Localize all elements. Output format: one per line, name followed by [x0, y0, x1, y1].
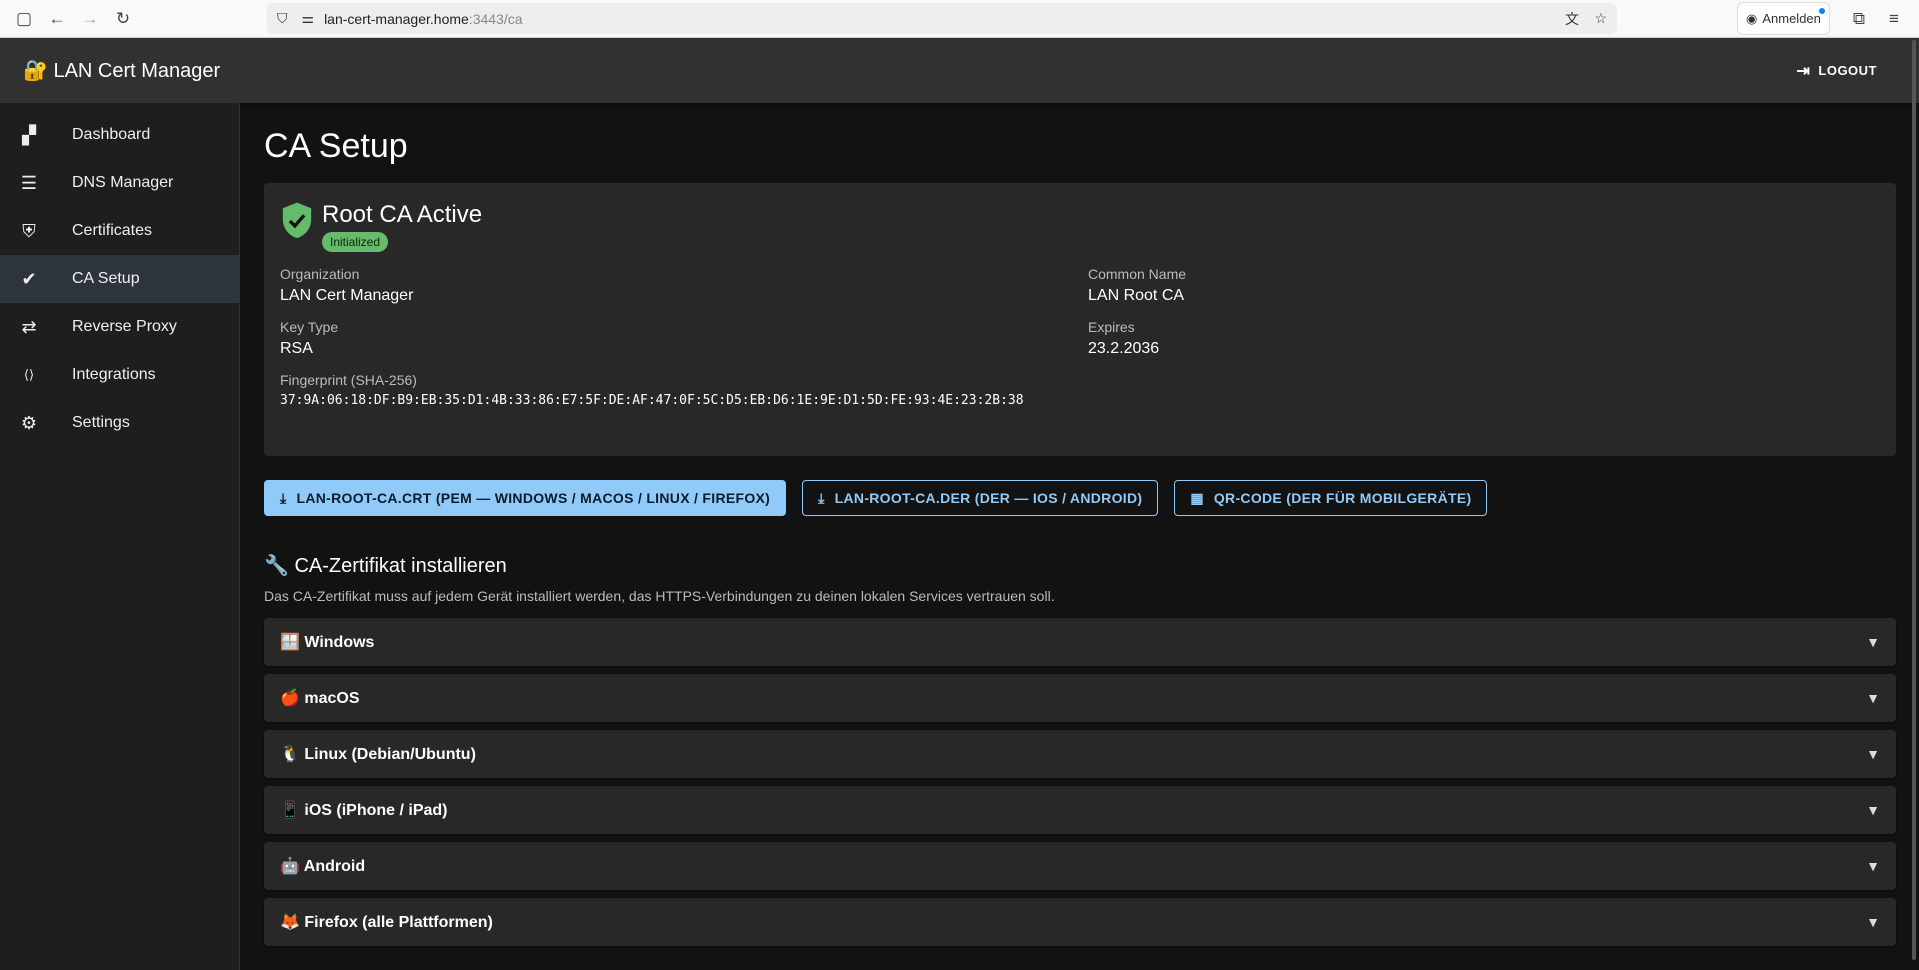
- sidebar-toggle-icon[interactable]: ▢: [10, 5, 38, 33]
- accordion-macos[interactable]: 🍎 macOS ▼: [264, 674, 1896, 722]
- integration-icon: ⟨⟩: [23, 367, 35, 382]
- accordion-label: 🐧 Linux (Debian/Ubuntu): [280, 746, 476, 763]
- sidebar-item-ca-setup[interactable]: ✔ CA Setup: [0, 255, 239, 303]
- sidebar-item-certificates[interactable]: ⛨ Certificates: [0, 207, 239, 255]
- shield-icon: ⛉: [277, 10, 288, 26]
- download-crt-button[interactable]: ⤓ LAN-ROOT-CA.CRT (PEM — WINDOWS / MACOS …: [264, 480, 787, 516]
- qr-code-button[interactable]: ▦ QR-CODE (DER FÜR MOBILGERÄTE): [1174, 480, 1488, 516]
- organization-label: Organization: [280, 266, 360, 282]
- verified-shield-icon: ✔: [21, 268, 37, 289]
- sidebar-item-label: Integrations: [72, 366, 156, 383]
- sidebar-item-settings[interactable]: ⚙ Settings: [0, 399, 239, 447]
- app-title: 🔐 LAN Cert Manager: [23, 60, 221, 82]
- expires-label: Expires: [1088, 319, 1135, 335]
- download-crt-label: LAN-ROOT-CA.CRT (PEM — WINDOWS / MACOS /…: [296, 490, 771, 506]
- signin-button[interactable]: ◉ Anmelden: [1737, 2, 1830, 35]
- chevron-down-icon: ▼: [1866, 690, 1880, 706]
- extensions-icon[interactable]: ⧉: [1845, 5, 1873, 33]
- main-content: CA Setup Root CA Active Initialized Organ…: [264, 103, 1896, 954]
- verified-shield-icon: [282, 202, 312, 238]
- reload-icon[interactable]: ↻: [109, 5, 137, 33]
- site-settings-icon[interactable]: ⚌: [302, 10, 315, 27]
- notification-dot: [1818, 8, 1825, 14]
- sidebar-item-reverse-proxy[interactable]: ⇄ Reverse Proxy: [0, 303, 239, 351]
- download-der-button[interactable]: ⤓ LAN-ROOT-CA.DER (DER — IOS / ANDROID): [802, 480, 1159, 516]
- download-icon: ⤓: [818, 489, 825, 506]
- accordion-linux[interactable]: 🐧 Linux (Debian/Ubuntu) ▼: [264, 730, 1896, 778]
- qr-code-label: QR-CODE (DER FÜR MOBILGERÄTE): [1213, 490, 1472, 506]
- menu-icon[interactable]: ≡: [1880, 5, 1908, 33]
- dashboard-icon: ▞: [22, 124, 36, 145]
- url-host: lan-cert-manager.home: [324, 10, 469, 27]
- sidebar-item-label: Reverse Proxy: [72, 318, 177, 335]
- page-title: CA Setup: [264, 127, 408, 165]
- gear-icon: ⚙: [20, 412, 38, 433]
- logout-icon: ⇥: [1796, 62, 1811, 80]
- sidebar-item-label: Dashboard: [72, 126, 151, 143]
- common-name-value: LAN Root CA: [1088, 287, 1185, 304]
- swap-arrows-icon: ⇄: [21, 316, 37, 337]
- chevron-down-icon: ▼: [1866, 914, 1880, 930]
- download-der-label: LAN-ROOT-CA.DER (DER — IOS / ANDROID): [834, 490, 1143, 506]
- status-badge: Initialized: [322, 232, 389, 252]
- accordion-label: 🤖 Android: [280, 858, 366, 875]
- chevron-down-icon: ▼: [1866, 858, 1880, 874]
- accordion-label: 🪟 Windows: [280, 634, 375, 651]
- sidebar-item-dashboard[interactable]: ▞ Dashboard: [0, 111, 239, 159]
- download-icon: ⤓: [280, 489, 287, 506]
- chevron-down-icon: ▼: [1866, 634, 1880, 650]
- accordion-firefox[interactable]: 🦊 Firefox (alle Plattformen) ▼: [264, 898, 1896, 946]
- chevron-down-icon: ▼: [1866, 802, 1880, 818]
- qr-code-icon: ▦: [1190, 489, 1204, 506]
- accordion-label: 🍎 macOS: [280, 690, 360, 707]
- logout-button[interactable]: ⇥ LOGOUT: [1796, 61, 1877, 81]
- chevron-down-icon: ▼: [1866, 746, 1880, 762]
- sidebar-item-label: DNS Manager: [72, 174, 174, 191]
- sidebar-item-label: CA Setup: [72, 270, 140, 287]
- sidebar-item-dns-manager[interactable]: ☰ DNS Manager: [0, 159, 239, 207]
- common-name-label: Common Name: [1088, 266, 1187, 282]
- browser-toolbar: ▢ ← → ↻ ⛉ ⚌ lan-cert-manager.home:3443/c…: [0, 0, 1919, 38]
- key-type-label: Key Type: [280, 319, 339, 335]
- app-bar: 🔐 LAN Cert Manager ⇥ LOGOUT: [0, 38, 1919, 103]
- install-heading: 🔧 CA-Zertifikat installieren: [264, 555, 507, 577]
- key-type-value: RSA: [280, 340, 313, 357]
- fingerprint-label: Fingerprint (SHA-256): [280, 372, 417, 388]
- back-icon[interactable]: ←: [43, 5, 71, 33]
- accordion-label: 📱 iOS (iPhone / iPad): [280, 802, 448, 819]
- install-accordion: 🪟 Windows ▼ 🍎 macOS ▼ 🐧 Linux (Debian/Ubun…: [264, 618, 1896, 946]
- accordion-windows[interactable]: 🪟 Windows ▼: [264, 618, 1896, 666]
- url-path: :3443/ca: [468, 10, 523, 27]
- accordion-android[interactable]: 🤖 Android ▼: [264, 842, 1896, 890]
- translate-icon[interactable]: 文: [1565, 9, 1579, 29]
- page-scrollbar[interactable]: [1912, 40, 1916, 960]
- sidebar-item-label: Certificates: [72, 222, 153, 239]
- expires-value: 23.2.2036: [1088, 340, 1160, 357]
- shield-icon: ⛨: [22, 220, 36, 241]
- sidebar-item-label: Settings: [72, 414, 130, 431]
- signin-label: Anmelden: [1762, 11, 1821, 26]
- install-description: Das CA-Zertifikat muss auf jedem Gerät i…: [264, 588, 1055, 604]
- sidebar-item-integrations[interactable]: ⟨⟩ Integrations: [0, 351, 239, 399]
- accordion-label: 🦊 Firefox (alle Plattformen): [280, 914, 493, 931]
- ca-status-card: Root CA Active Initialized Organization LA…: [264, 183, 1896, 456]
- bookmark-star-icon[interactable]: ☆: [1594, 10, 1607, 27]
- forward-icon[interactable]: →: [76, 5, 104, 33]
- logout-label: LOGOUT: [1818, 63, 1877, 78]
- organization-value: LAN Cert Manager: [280, 287, 414, 304]
- account-icon: ◉: [1746, 10, 1758, 26]
- dns-icon: ☰: [20, 172, 38, 193]
- accordion-ios[interactable]: 📱 iOS (iPhone / iPad) ▼: [264, 786, 1896, 834]
- url-bar[interactable]: ⛉ ⚌ lan-cert-manager.home:3443/ca 文 ☆: [267, 3, 1617, 34]
- ca-status-title: Root CA Active: [322, 201, 483, 228]
- fingerprint-value: 37:9A:06:18:DF:B9:EB:35:D1:4B:33:86:E7:5…: [280, 393, 1024, 408]
- sidebar: ▞ Dashboard ☰ DNS Manager ⛨ Certificates ✔ C…: [0, 103, 240, 970]
